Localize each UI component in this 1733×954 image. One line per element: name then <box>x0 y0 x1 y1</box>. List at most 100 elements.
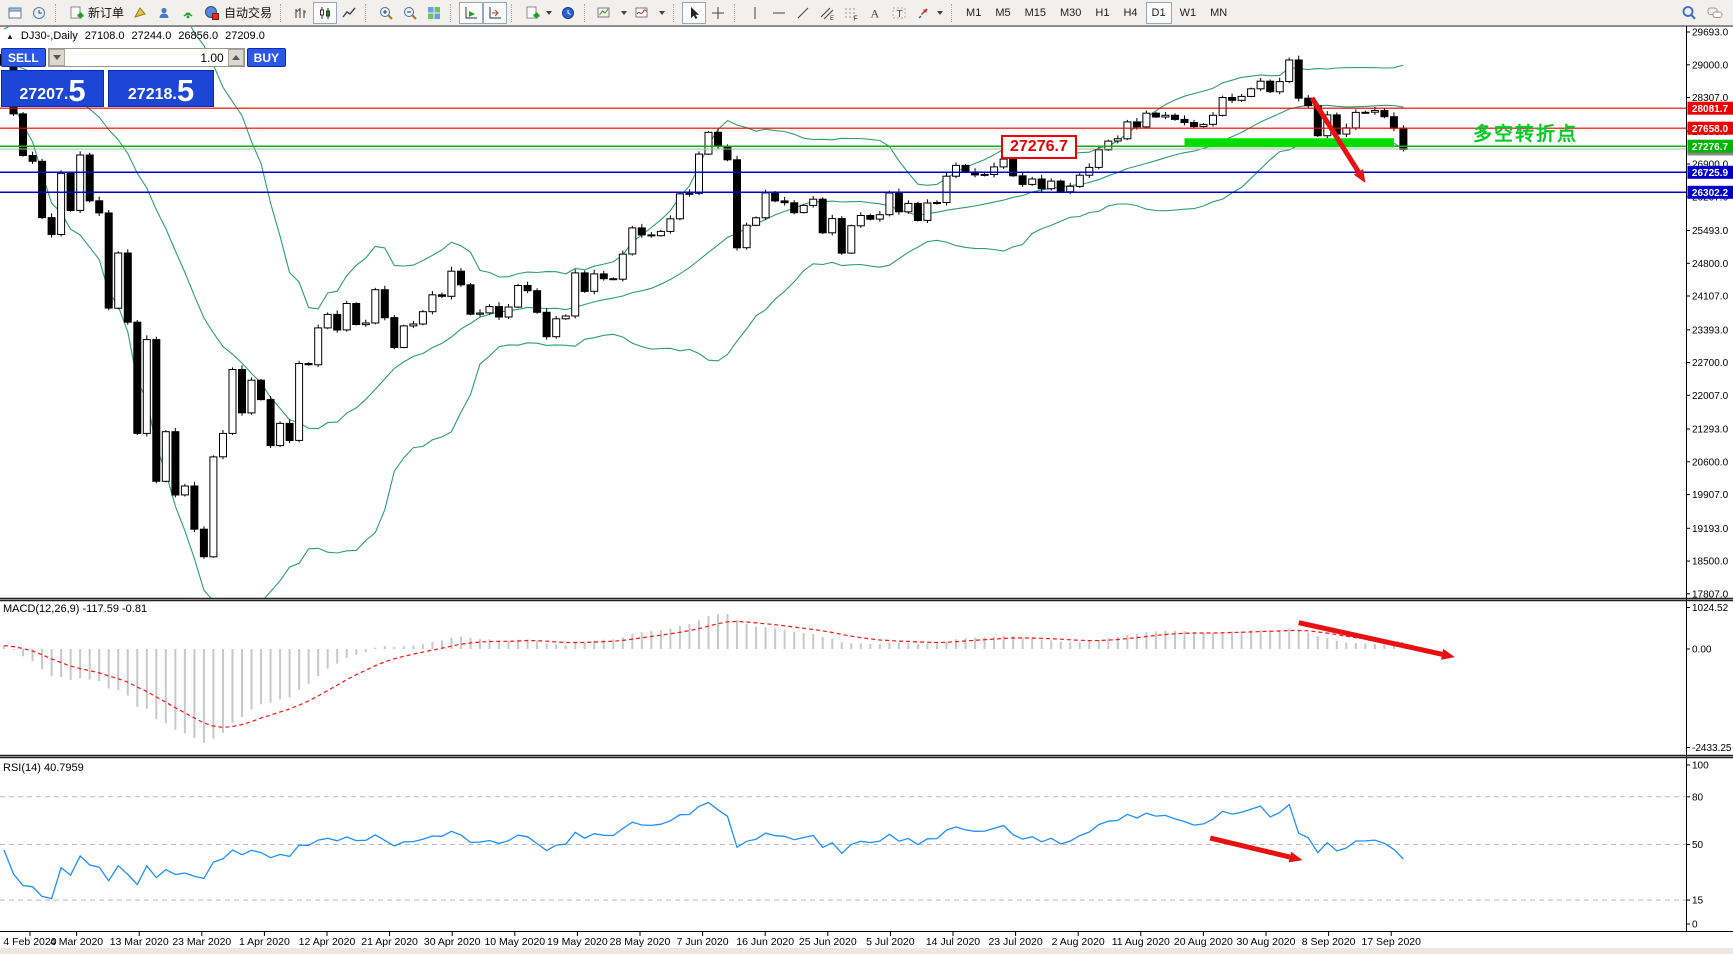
volume-decrease-button[interactable] <box>49 49 65 66</box>
text-button[interactable]: A <box>863 2 887 24</box>
candle-body <box>353 304 360 325</box>
new-order-button[interactable]: 新订单 <box>64 2 128 24</box>
price-level-flag[interactable]: 27276.7 <box>1001 135 1077 159</box>
trend-arrow-shaft[interactable] <box>1210 838 1290 857</box>
buy-price-box[interactable]: 27218.5 <box>108 70 214 107</box>
crosshair-button[interactable] <box>706 2 730 24</box>
candle-body <box>1114 139 1121 141</box>
chat-button[interactable] <box>1702 2 1730 24</box>
window-button[interactable] <box>3 2 27 24</box>
timeframe-button-M5[interactable]: M5 <box>989 2 1016 24</box>
volume-increase-button[interactable] <box>228 49 244 66</box>
trend-arrow-shaft[interactable] <box>1299 623 1443 655</box>
candle-body <box>1343 128 1350 134</box>
candle-body <box>924 203 931 220</box>
chart-shift-button[interactable] <box>483 2 507 24</box>
zoom-in-button[interactable] <box>374 2 398 24</box>
candle-body <box>239 370 246 413</box>
date-label: 25 Jun 2020 <box>799 936 857 948</box>
profiles-button[interactable] <box>556 2 580 24</box>
templates-button[interactable] <box>593 2 631 24</box>
chart-icon: ▲ <box>6 32 14 41</box>
candle-body <box>286 423 293 440</box>
indicators-button[interactable] <box>631 2 669 24</box>
candle-body <box>1362 112 1369 113</box>
arrows-button[interactable] <box>911 2 947 24</box>
timeframe-button-W1[interactable]: W1 <box>1174 2 1203 24</box>
axis-tick-label: 17807.0 <box>1692 589 1729 600</box>
axis-tick-label: 0.00 <box>1692 645 1712 656</box>
candle-body <box>800 205 807 212</box>
cursor-icon <box>686 5 702 21</box>
candle-body <box>581 273 588 292</box>
chart-objects-layer[interactable] <box>1185 98 1455 863</box>
sell-button[interactable]: SELL <box>1 48 46 67</box>
candle-body <box>410 324 417 326</box>
candle-body <box>715 132 722 146</box>
candle-body <box>1248 89 1255 97</box>
timeframe-button-M30[interactable]: M30 <box>1054 2 1087 24</box>
axis-tick-label: 1024.52 <box>1692 603 1729 614</box>
candle-body <box>324 314 331 328</box>
vertical-line-button[interactable] <box>743 2 767 24</box>
support-zone-rectangle[interactable] <box>1185 138 1394 147</box>
cursor-button[interactable] <box>682 2 706 24</box>
candle-body <box>686 193 693 194</box>
line-chart-button[interactable] <box>337 2 361 24</box>
bollinger-band-line <box>4 62 1403 429</box>
candle-body <box>1067 186 1074 191</box>
channel-button[interactable]: E <box>815 2 839 24</box>
tester-button[interactable] <box>27 2 51 24</box>
buy-button[interactable]: BUY <box>247 48 286 67</box>
volume-input[interactable] <box>65 49 228 66</box>
arrows-icon <box>915 5 931 21</box>
label-button[interactable]: T <box>887 2 911 24</box>
candle-body <box>400 326 407 348</box>
date-label: 30 Apr 2020 <box>424 936 481 948</box>
candle-body <box>857 216 864 226</box>
candle-body <box>1257 81 1264 89</box>
sell-price-box[interactable]: 27207.5 <box>1 70 104 107</box>
vertical-line-icon <box>747 5 763 21</box>
candle-body <box>867 216 874 220</box>
price-chart-canvas[interactable]: 29693.029000.028307.027593.026900.026207… <box>0 26 1733 954</box>
axis-tick-label: 50 <box>1692 840 1704 851</box>
axis-tick-label: 23393.0 <box>1692 325 1729 336</box>
horizontal-line-button[interactable] <box>767 2 791 24</box>
candle-body <box>162 432 169 482</box>
styles-button[interactable] <box>128 2 152 24</box>
search-button[interactable] <box>1676 2 1702 24</box>
new-chart-icon <box>524 5 540 21</box>
timeframe-button-M15[interactable]: M15 <box>1019 2 1052 24</box>
autotrading-icon <box>204 5 220 21</box>
zoom-out-button[interactable] <box>398 2 422 24</box>
timeframe-button-M1[interactable]: M1 <box>960 2 987 24</box>
candle-body <box>143 340 150 434</box>
candle-body <box>895 193 902 212</box>
trend-arrow-head[interactable] <box>1289 852 1303 863</box>
timeframe-button-H4[interactable]: H4 <box>1117 2 1143 24</box>
fibonacci-button[interactable]: F <box>839 2 863 24</box>
candle-body <box>543 312 550 336</box>
profiles-icon <box>560 5 576 21</box>
timeframe-button-H1[interactable]: H1 <box>1089 2 1115 24</box>
tile-windows-button[interactable] <box>422 2 446 24</box>
candlestick-chart-button[interactable] <box>313 2 337 24</box>
candle-body <box>391 318 398 348</box>
bar-chart-button[interactable] <box>289 2 313 24</box>
autotrading-button[interactable]: 自动交易 <box>200 2 276 24</box>
auto-scroll-button[interactable] <box>459 2 483 24</box>
timeframe-button-MN[interactable]: MN <box>1204 2 1233 24</box>
timeframe-button-D1[interactable]: D1 <box>1146 2 1172 24</box>
trend-arrow-head[interactable] <box>1441 649 1455 660</box>
signals-button[interactable] <box>176 2 200 24</box>
date-label: 10 May 2020 <box>484 936 545 948</box>
sell-price: 27207. <box>19 85 68 105</box>
candle-body <box>438 295 445 297</box>
turning-point-annotation[interactable]: 多空转折点 <box>1473 119 1578 146</box>
new-chart-button[interactable] <box>520 2 556 24</box>
date-label: 17 Sep 2020 <box>1361 936 1421 948</box>
community-button[interactable] <box>152 2 176 24</box>
candle-body <box>343 304 350 330</box>
trendline-button[interactable] <box>791 2 815 24</box>
